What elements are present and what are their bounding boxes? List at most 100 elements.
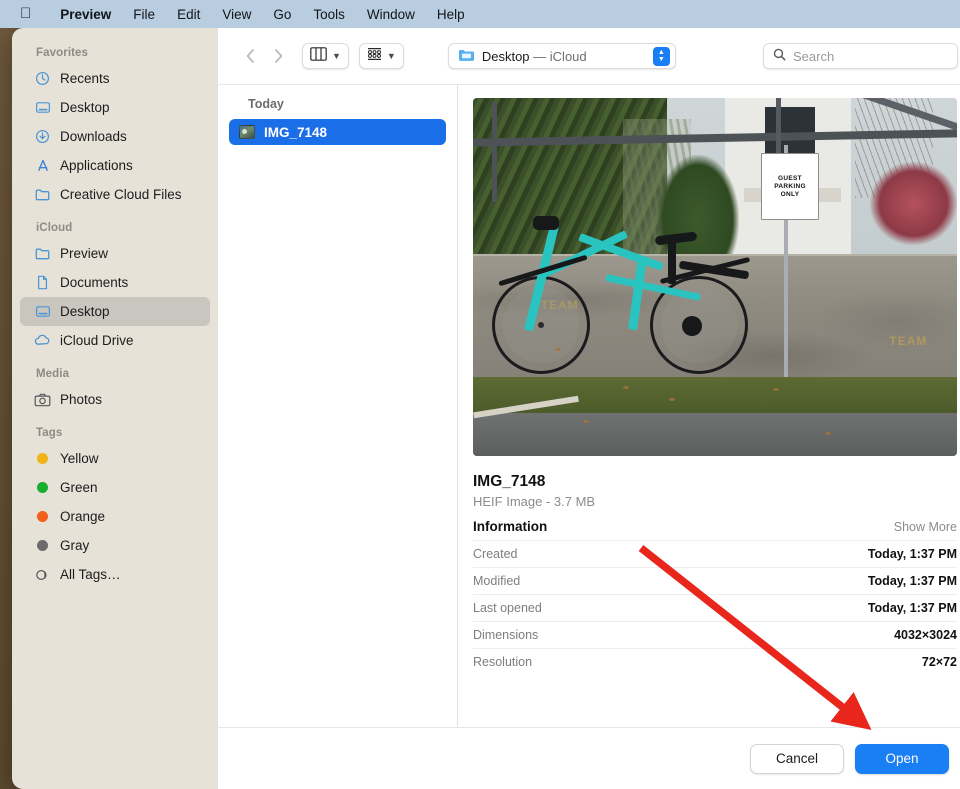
file-list-column[interactable]: Today IMG_7148 [218,85,458,727]
path-folder-name: Desktop [481,48,530,64]
sidebar-item-tag-orange[interactable]: Orange [20,502,210,531]
open-button[interactable]: Open [855,743,949,774]
chevron-right-icon[interactable] [264,44,292,68]
tag-dot-icon [34,479,51,496]
nav-buttons [236,43,292,69]
document-icon [34,274,51,291]
column-view-icon [310,46,327,66]
sidebar-group-media: Media Photos [12,361,218,414]
sidebar-group-header: Favorites [36,47,89,59]
group-by-icon [367,47,382,66]
guest-parking-sign: GUEST PARKING ONLY [760,153,820,220]
info-value: Today, 1:37 PM [867,574,957,588]
menu-item-help[interactable]: Help [426,7,476,22]
sidebar-item-downloads[interactable]: Downloads [20,122,210,151]
sign-line-3: ONLY [780,191,800,199]
folder-icon [34,245,51,262]
sidebar-item-label: Downloads [60,129,127,144]
file-name-label: IMG_7148 [264,124,328,140]
sidebar-item-tag-yellow[interactable]: Yellow [20,444,210,473]
tag-dot-icon [34,508,51,525]
info-key: Created [473,547,518,561]
folder-icon [34,186,51,203]
sidebar-item-label: Gray [60,538,90,553]
preview-column: TEAM TEAM GUEST PARKING ONLY [458,85,960,727]
desktop-icon [34,99,51,116]
menu-item-edit[interactable]: Edit [166,7,211,22]
all-tags-icon [34,566,51,583]
sidebar-item-label: iCloud Drive [60,333,134,348]
blue-folder-icon [458,48,475,65]
sidebar-item-label: Preview [60,246,109,261]
file-information-panel: IMG_7148 HEIF Image - 3.7 MB Information… [473,456,957,675]
sidebar-item-label: Desktop [60,304,110,319]
info-value: Today, 1:37 PM [867,601,957,615]
path-popup-button[interactable]: Desktop — iCloud ▲ ▼ [447,43,676,69]
image-preview[interactable]: TEAM TEAM GUEST PARKING ONLY [473,98,957,456]
sidebar-item-label: Desktop [60,100,110,115]
sidebar-item-photos[interactable]: Photos [20,385,210,414]
menu-item-go[interactable]: Go [262,7,302,22]
info-key: Modified [473,574,521,588]
search-icon [773,48,786,64]
info-row-resolution: Resolution 72×72 [473,648,957,675]
info-row-last-opened: Last opened Today, 1:37 PM [473,594,957,621]
open-file-dialog: Favorites Recents Desktop Downloads Appl… [12,28,960,789]
sidebar-group-header: Tags [36,427,63,439]
file-kind-size: HEIF Image - 3.7 MB [473,494,596,509]
sidebar-item-label: Applications [60,158,133,173]
cancel-button[interactable]: Cancel [750,743,844,774]
sidebar-group-header: iCloud [36,222,73,234]
path-popup-label: Desktop — iCloud [482,49,646,64]
sidebar-item-preview[interactable]: Preview [20,239,210,268]
sidebar-item-desktop-favorite[interactable]: Desktop [20,93,210,122]
sidebar-item-label: Yellow [60,451,99,466]
sidebar-item-applications[interactable]: Applications [20,151,210,180]
path-location: — iCloud [533,48,587,64]
group-by-button[interactable]: ▼ [358,43,404,69]
info-row-modified: Modified Today, 1:37 PM [473,567,957,594]
menu-item-view[interactable]: View [211,7,262,22]
clock-icon [34,70,51,87]
sidebar-item-tag-gray[interactable]: Gray [20,531,210,560]
sidebar-item-all-tags[interactable]: All Tags… [20,560,210,589]
chevron-left-icon[interactable] [236,44,264,68]
sidebar-item-label: Recents [60,71,110,86]
sidebar-item-label: Green [60,480,98,495]
downloads-icon [34,128,51,145]
search-field[interactable]: Search [763,43,958,69]
apple-logo-icon[interactable]:  [20,6,31,21]
toolbar: ▼ ▼ Desktop — iCloud ▲ ▼ Search [218,28,960,84]
sidebar-item-documents[interactable]: Documents [20,268,210,297]
sidebar-group-icloud: iCloud Preview Documents Desktop iCloud … [12,215,218,355]
sidebar-group-tags: Tags Yellow Green Orange Gray All Tags… [12,420,218,589]
file-title: IMG_7148 [473,473,546,490]
sidebar-item-label: Photos [60,392,103,407]
sidebar-group-header: Media [36,368,70,380]
info-key: Resolution [473,655,533,669]
menu-item-tools[interactable]: Tools [302,7,356,22]
sidebar-item-desktop-icloud[interactable]: Desktop [20,297,210,326]
sidebar-item-label: Creative Cloud Files [60,187,182,202]
sidebar-item-label: Orange [60,509,106,524]
up-down-stepper-icon[interactable]: ▲ ▼ [652,46,670,66]
menu-item-file[interactable]: File [122,7,166,22]
sidebar-item-icloud-drive[interactable]: iCloud Drive [20,326,210,355]
sidebar-item-tag-green[interactable]: Green [20,473,210,502]
chevron-down-icon: ▼ [332,50,341,61]
view-mode-button[interactable]: ▼ [302,43,349,69]
desktop-icon [34,303,51,320]
sidebar: Favorites Recents Desktop Downloads Appl… [12,28,218,789]
sidebar-item-recents[interactable]: Recents [20,64,210,93]
sign-line-2: PARKING [774,183,806,191]
sidebar-item-label: All Tags… [60,567,121,582]
dialog-footer: Cancel Open [218,727,960,789]
show-more-button[interactable]: Show More [894,520,957,534]
file-list-item-img7148[interactable]: IMG_7148 [229,119,446,145]
info-key: Dimensions [473,628,539,642]
camera-icon [34,391,51,408]
menu-item-preview[interactable]: Preview [49,7,122,22]
sidebar-item-creative-cloud-files[interactable]: Creative Cloud Files [20,180,210,209]
sign-line-1: GUEST [778,175,802,183]
menu-item-window[interactable]: Window [356,7,426,22]
